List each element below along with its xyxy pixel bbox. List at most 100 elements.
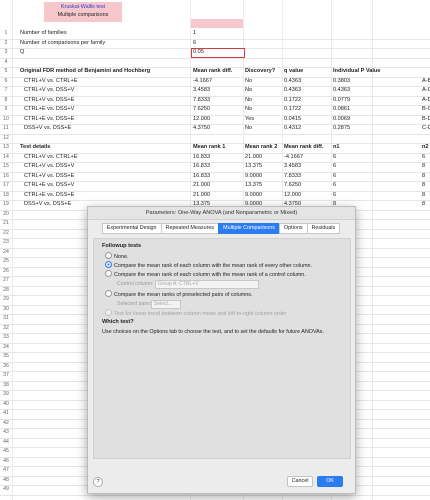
tab-options[interactable]: Options: [278, 223, 308, 234]
option-every-other-label: Compare the mean rank of each column wit…: [114, 262, 313, 269]
column-header: q value: [284, 68, 304, 74]
option-preselected-pairs-label: Compare the mean ranks of preselected pa…: [114, 291, 253, 298]
column-header: Individual P Value: [333, 68, 381, 74]
table-cell: 12.000: [193, 115, 211, 122]
row-number: 41: [3, 410, 9, 416]
param-value: 6: [193, 39, 197, 46]
param-value: 1: [193, 30, 197, 36]
cancel-button[interactable]: Cancel: [287, 476, 313, 487]
param-label: Number of comparisons per family: [20, 39, 106, 46]
table-cell: 13.375: [245, 182, 263, 188]
row-number: 45: [3, 448, 9, 454]
row-number: 36: [3, 362, 9, 369]
table-cell: 7.8333: [284, 172, 302, 179]
table-cell: Yes: [245, 115, 255, 122]
row-number: 6: [4, 77, 8, 84]
help-button[interactable]: ?: [93, 477, 103, 487]
table-cell: 6: [333, 163, 337, 169]
table-cell: B-C: [422, 106, 430, 112]
table-cell: 7.6250: [193, 106, 211, 112]
row-number: 11: [3, 125, 9, 131]
row-number: 38: [3, 381, 9, 388]
radio-preselected-pairs[interactable]: [105, 290, 112, 297]
row-number: 28: [3, 286, 9, 293]
control-column-value: Group A: CTRL+V: [158, 281, 199, 287]
table-cell: 8: [422, 201, 426, 207]
table-cell: 0.4363: [284, 87, 302, 93]
table-cell: 7.8333: [193, 96, 211, 103]
row-number: 48: [3, 476, 9, 483]
row-number: 40: [3, 400, 9, 407]
row-number: 19: [3, 201, 9, 207]
table-cell: 3.4583: [193, 87, 211, 93]
column-header: n1: [333, 144, 340, 150]
results-title-area: Kruskal-Wallis test Multiple comparisons: [0, 0, 430, 28]
selected-pairs-button[interactable]: Select...: [151, 300, 181, 309]
option-linear-trend-label: Test for linear trend between column mea…: [114, 310, 287, 317]
row-number: 46: [3, 457, 9, 464]
table-cell: -4.1667: [193, 77, 212, 84]
radio-control[interactable]: [105, 270, 112, 277]
row-number: 20: [3, 210, 9, 217]
table-cell: 0.4363: [284, 77, 302, 84]
option-linear-trend[interactable]: Test for linear trend between column mea…: [105, 309, 287, 317]
table-cell: CTRL+E vs. DSS+E: [24, 191, 75, 198]
column-header: Mean rank 1: [193, 144, 226, 150]
control-column-select[interactable]: Group A: CTRL+V: [155, 280, 259, 289]
multiple-comparisons-panel: Followup tests None. Compare the mean ra…: [93, 238, 351, 459]
checkbox-linear-trend[interactable]: [105, 309, 112, 316]
option-every-other[interactable]: Compare the mean rank of each column wit…: [105, 261, 313, 269]
row-number: 2: [4, 39, 8, 46]
ok-button[interactable]: OK: [317, 476, 343, 487]
table-cell: DSS+V vs. DSS+E: [24, 125, 72, 131]
row-number: 32: [3, 324, 9, 331]
row-number: 33: [3, 334, 9, 340]
tab-residuals[interactable]: Residuals: [306, 223, 341, 234]
radio-none[interactable]: [105, 252, 112, 259]
table-cell: CTRL+V vs. DSS+V: [24, 163, 75, 169]
tab-experimental-design[interactable]: Experimental Design: [101, 223, 162, 234]
column-header: n2: [422, 144, 429, 150]
param-label: Q: [20, 49, 25, 55]
title-test-name: Kruskal-Wallis test: [60, 4, 106, 10]
table-cell: 8: [422, 172, 426, 179]
tab-bar: Experimental Design Repeated Measures Mu…: [88, 223, 355, 234]
tab-multiple-comparisons[interactable]: Multiple Comparisons: [218, 223, 280, 234]
table-cell: 21.000: [193, 182, 211, 188]
table-cell: 0.0415: [284, 115, 302, 122]
option-preselected-pairs[interactable]: Compare the mean ranks of preselected pa…: [105, 290, 253, 298]
param-value: 0.05: [193, 49, 204, 55]
option-none-label: None.: [114, 253, 129, 260]
row-number: 12: [3, 134, 9, 141]
table-cell: 0.1722: [284, 106, 302, 112]
table-cell: 9.0000: [245, 172, 263, 179]
row-number: 13: [3, 144, 9, 150]
row-number: 47: [3, 467, 9, 473]
table-cell: DSS+V vs. DSS+E: [24, 201, 72, 207]
tab-repeated-measures[interactable]: Repeated Measures: [160, 223, 220, 234]
table-cell: 6: [333, 153, 337, 160]
table-cell: C-D: [422, 125, 430, 131]
row-number: 7: [4, 87, 8, 93]
option-control[interactable]: Compare the mean rank of each column wit…: [105, 270, 306, 278]
selected-pairs-value: Select...: [154, 301, 173, 307]
table-cell: -4.1667: [284, 153, 303, 160]
table-cell: 13.375: [245, 163, 263, 169]
table-cell: 21.000: [193, 191, 211, 198]
table-cell: CTRL+V vs. DSS+V: [24, 87, 75, 93]
which-test-heading: Which test?: [102, 319, 134, 325]
radio-every-other[interactable]: [105, 261, 112, 268]
option-none[interactable]: None.: [105, 252, 129, 260]
row-number: 10: [3, 115, 9, 122]
table-cell: 6: [333, 172, 337, 179]
row-number: 42: [3, 419, 9, 426]
row-number: 17: [3, 182, 9, 188]
option-control-label: Compare the mean rank of each column wit…: [114, 271, 306, 278]
row-number: 49: [3, 486, 9, 492]
table-cell: 8: [422, 191, 426, 198]
column-header: Mean rank 2: [245, 144, 278, 150]
column-header: Test details: [20, 144, 51, 150]
row-number: 14: [3, 153, 9, 160]
table-cell: CTRL+V vs. CTRL+E: [24, 77, 78, 84]
column-header: Discovery?: [245, 68, 276, 74]
